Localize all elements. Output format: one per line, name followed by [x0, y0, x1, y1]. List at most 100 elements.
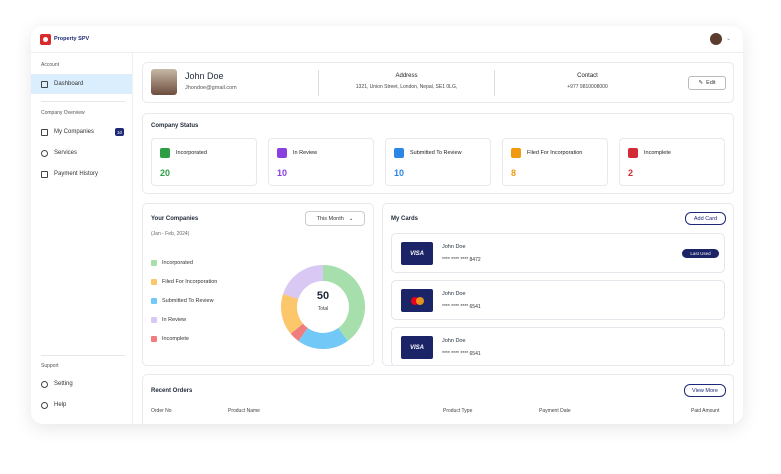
help-icon: [41, 401, 48, 409]
sidebar-item-label: Help: [54, 402, 67, 408]
contact-value: +977 9810008000: [567, 84, 608, 90]
legend-item: Incomplete: [151, 336, 189, 342]
contact-label: Contact: [577, 73, 598, 79]
divider: [41, 101, 125, 102]
building-icon: [41, 128, 48, 136]
column-header: Order No: [151, 408, 172, 414]
incorporated-icon: [160, 148, 170, 158]
column-header: Payment Date: [539, 408, 571, 414]
card-number: **** **** **** 6541: [442, 351, 481, 357]
card-number: **** **** **** 8472: [442, 257, 481, 263]
users-icon: [41, 149, 48, 157]
profile-name: John Doe: [185, 71, 224, 81]
profile-photo: [151, 69, 177, 95]
status-label: In Review: [293, 150, 318, 156]
status-incomplete[interactable]: Incomplete 2: [619, 138, 725, 186]
section-title: My Cards: [391, 216, 419, 222]
list-icon: [628, 148, 638, 158]
section-title: Company Status: [151, 123, 199, 129]
section-title: Recent Orders: [151, 388, 193, 394]
status-label: Submitted To Review: [410, 150, 462, 156]
sidebar-item-services[interactable]: Services: [31, 143, 132, 163]
period-select-value: This Month: [316, 215, 344, 222]
status-in-review[interactable]: In Review 10: [268, 138, 374, 186]
legend-item: Incorporated: [151, 260, 193, 266]
payment-card[interactable]: VISA John Doe **** **** **** 6541: [391, 327, 725, 365]
visa-logo: VISA: [401, 336, 433, 359]
receipt-icon: [41, 170, 48, 178]
your-companies-card: Your Companies (Jan - Feb, 2024) This Mo…: [142, 203, 374, 366]
status-count: 8: [511, 168, 517, 178]
sidebar-item-my-companies[interactable]: My Companies 10: [31, 122, 132, 142]
payment-card[interactable]: VISA John Doe **** **** **** 8472 Last U…: [391, 233, 725, 273]
add-card-button[interactable]: Add Card: [685, 212, 726, 225]
visa-logo: VISA: [401, 242, 433, 265]
legend-item: Filed For Incorporation: [151, 279, 217, 285]
address-value: 1321, Union Street, London, Nepal, SE1 0…: [355, 84, 458, 90]
sidebar-item-payment-history[interactable]: Payment History: [31, 164, 132, 184]
status-count: 20: [160, 168, 171, 178]
sidebar-item-label: My Companies: [54, 129, 95, 135]
card-holder: John Doe: [442, 338, 466, 344]
sidebar-item-help[interactable]: Help: [31, 395, 132, 415]
status-count: 10: [277, 168, 288, 178]
sidebar-item-label: Dashboard: [54, 81, 84, 87]
logo[interactable]: Property SPV: [40, 33, 90, 45]
section-account: Account: [41, 62, 60, 68]
column-header: Product Name: [228, 408, 260, 414]
status-label: Filed For Incorporation: [527, 150, 583, 156]
submit-icon: [394, 148, 404, 158]
edit-label: Edit: [706, 80, 716, 86]
sidebar-item-dashboard[interactable]: Dashboard: [31, 74, 132, 94]
status-filed[interactable]: Filed For Incorporation 8: [502, 138, 608, 186]
logo-icon: [40, 33, 51, 45]
gear-icon: [41, 380, 48, 388]
edit-icon: ✎: [698, 80, 704, 86]
recent-orders-card: Recent Orders View More Order No Product…: [142, 374, 734, 424]
legend-item: Submitted To Review: [151, 298, 214, 304]
my-cards-card: My Cards Add Card VISA John Doe **** ***…: [382, 203, 734, 366]
column-header: Paid Amount: [691, 408, 720, 414]
period-label: (Jan - Feb, 2024): [151, 231, 190, 237]
company-status-card: Company Status Incorporated 20 In Review…: [142, 113, 734, 194]
card-holder: John Doe: [442, 291, 466, 297]
status-incorporated[interactable]: Incorporated 20: [151, 138, 257, 186]
view-more-button[interactable]: View More: [684, 384, 726, 397]
period-select[interactable]: This Month ⌄: [305, 211, 365, 226]
status-count: 2: [628, 168, 634, 178]
card-number: **** **** **** 6541: [442, 304, 481, 310]
sidebar-item-label: Setting: [54, 381, 73, 387]
user-avatar[interactable]: [710, 33, 722, 45]
sidebar-item-label: Payment History: [54, 171, 99, 177]
column-header: Product Type: [443, 408, 473, 414]
status-label: Incomplete: [644, 150, 671, 156]
donut-total-label: Total: [317, 306, 329, 312]
profile-card: John Doe Jhondoe@gmail.com Address 1321,…: [142, 62, 734, 103]
sidebar-item-label: Services: [54, 150, 78, 156]
app-window: Property SPV ⌄ Account Dashboard Company…: [31, 26, 743, 424]
status-label: Incorporated: [176, 150, 207, 156]
legend-item: In Review: [151, 317, 186, 323]
app-name: Property SPV: [54, 36, 90, 42]
count-badge: 10: [115, 128, 124, 136]
sidebar-item-setting[interactable]: Setting: [31, 374, 132, 394]
chevron-down-icon: ⌄: [348, 215, 354, 222]
edit-button[interactable]: ✎ Edit: [688, 76, 726, 90]
profile-email: Jhondoe@gmail.com: [185, 85, 237, 91]
donut-total: 50: [316, 290, 330, 302]
status-submitted[interactable]: Submitted To Review 10: [385, 138, 491, 186]
chevron-down-icon[interactable]: ⌄: [726, 35, 731, 42]
dashboard-icon: [41, 80, 48, 88]
divider: [41, 355, 125, 356]
sidebar: Account Dashboard Company Overview My Co…: [31, 53, 133, 424]
clock-icon: [277, 148, 287, 158]
payment-card[interactable]: John Doe **** **** **** 6541: [391, 280, 725, 320]
status-count: 10: [394, 168, 405, 178]
section-company-overview: Company Overview: [41, 110, 85, 116]
section-support: Support: [41, 363, 59, 369]
address-label: Address: [395, 73, 418, 79]
top-bar: Property SPV ⌄: [31, 26, 743, 53]
donut-slice-incorporated: [322, 265, 365, 341]
last-used-badge: Last Used: [682, 249, 719, 258]
mastercard-logo: [401, 289, 433, 312]
